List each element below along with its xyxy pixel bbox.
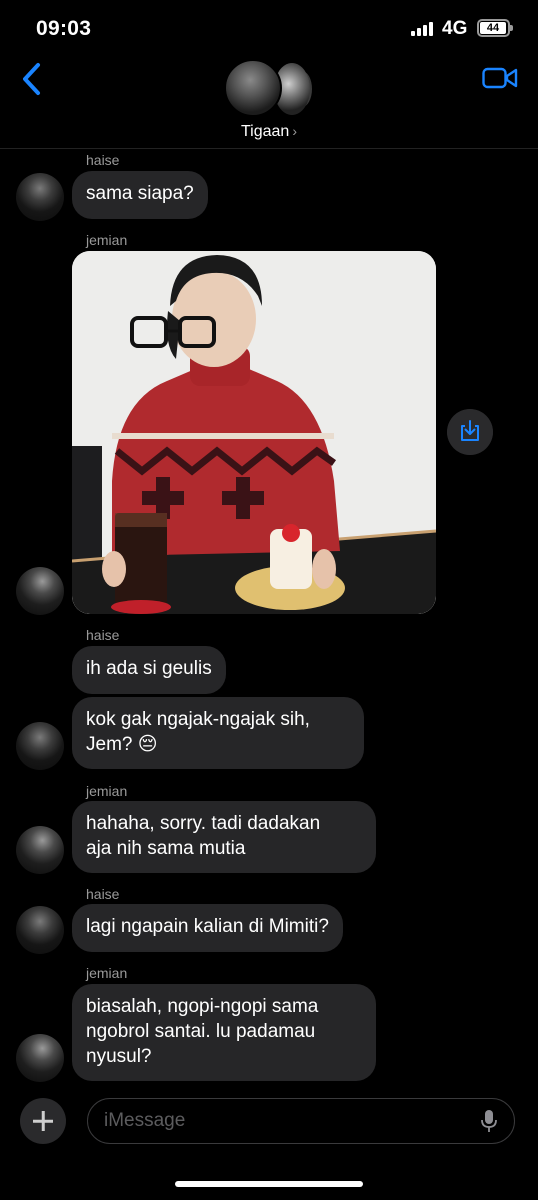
conversation-header: Tigaan › (0, 56, 538, 149)
sender-name: haise (86, 627, 120, 643)
message-bubble[interactable]: ih ada si geulis (72, 646, 226, 694)
cellular-signal-icon (411, 22, 435, 36)
status-time: 09:03 (36, 17, 92, 40)
message-input[interactable] (104, 1099, 464, 1142)
message-text-line: aja nih sama mutia (86, 838, 246, 859)
sender-name: jemian (86, 783, 128, 799)
battery-level: 44 (480, 22, 506, 34)
group-avatar[interactable] (224, 59, 314, 117)
message-photo[interactable] (72, 251, 436, 614)
message-bubble[interactable]: hahaha, sorry. tadi dadakan aja nih sama… (72, 801, 376, 873)
avatar[interactable] (16, 173, 64, 221)
chevron-left-icon[interactable] (18, 62, 48, 96)
sender-name: haise (86, 152, 120, 168)
chevron-right-icon: › (292, 123, 297, 139)
message-text-line: hahaha, sorry. tadi dadakan (86, 813, 321, 834)
avatar[interactable] (16, 1034, 64, 1082)
group-name-button[interactable]: Tigaan › (0, 123, 538, 141)
share-download-icon[interactable] (447, 409, 493, 455)
microphone-icon[interactable] (479, 1109, 499, 1133)
message-text-line: ngobrol santai. lu padamau (86, 1021, 316, 1042)
photo-illustration (72, 251, 436, 614)
avatar[interactable] (16, 906, 64, 954)
home-indicator (175, 1181, 363, 1187)
status-bar: 09:03 4G 44 (0, 0, 538, 56)
battery-icon: 44 (477, 19, 513, 37)
video-camera-icon[interactable] (482, 66, 518, 90)
sender-name: jemian (86, 965, 128, 981)
message-bubble[interactable]: sama siapa? (72, 171, 208, 219)
group-name: Tigaan (241, 123, 290, 140)
network-type: 4G (442, 18, 468, 39)
avatar[interactable] (16, 826, 64, 874)
message-input-field[interactable] (87, 1098, 515, 1144)
message-text-line: biasalah, ngopi-ngopi sama (86, 996, 319, 1017)
message-bubble[interactable]: lagi ngapain kalian di Mimiti? (72, 904, 343, 952)
plus-icon[interactable] (20, 1098, 66, 1144)
sender-name: haise (86, 886, 120, 902)
message-text-line: kok gak ngajak-ngajak sih, (86, 709, 310, 730)
message-bubble[interactable]: biasalah, ngopi-ngopi sama ngobrol santa… (72, 984, 376, 1081)
message-bubble[interactable]: kok gak ngajak-ngajak sih, Jem? 😔 (72, 697, 364, 769)
message-text-line: Jem? 😔 (86, 734, 158, 755)
message-text-line: nyusul? (86, 1046, 152, 1067)
avatar[interactable] (16, 567, 64, 615)
avatar[interactable] (16, 722, 64, 770)
sender-name: jemian (86, 232, 128, 248)
